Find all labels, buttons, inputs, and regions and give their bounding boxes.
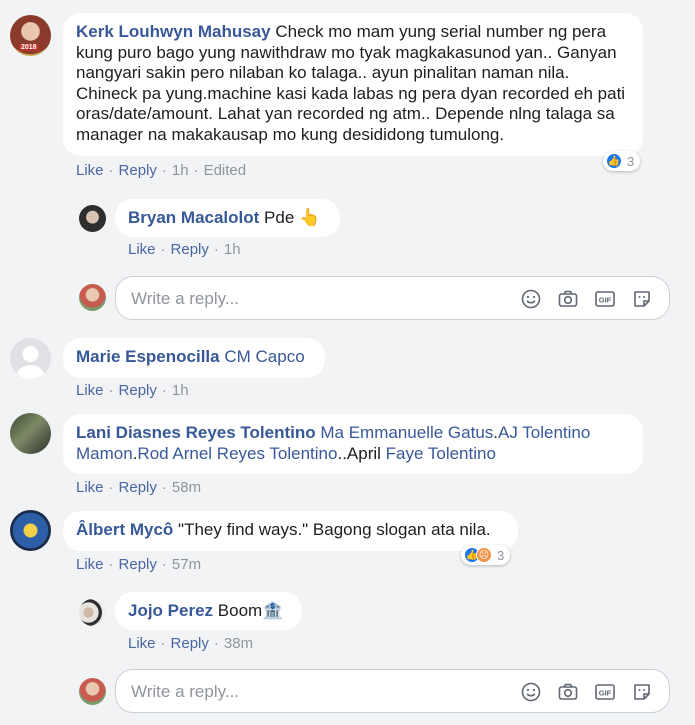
reply-actions: Like · Reply · 38m	[128, 635, 254, 652]
svg-text:GIF: GIF	[599, 689, 612, 698]
svg-text:GIF: GIF	[599, 296, 612, 305]
tagged-user[interactable]: Faye Tolentino	[386, 444, 496, 463]
comment-bubble: Âlbert Mycô "They find ways." Bagong slo…	[63, 511, 518, 551]
tagged-user[interactable]: Ma Emmanuelle Gatus	[320, 423, 493, 442]
default-avatar-icon	[16, 346, 45, 379]
comment-author[interactable]: Kerk Louhwyn Mahusay	[76, 22, 271, 41]
comment-actions: Like · Reply · 58m	[76, 479, 202, 496]
edited-label[interactable]: Edited	[204, 162, 247, 179]
timestamp[interactable]: 58m	[172, 479, 201, 496]
reply-input[interactable]: Write a reply... GIF	[115, 276, 670, 320]
avatar[interactable]	[10, 338, 51, 379]
angry-reaction-icon: ☹	[476, 547, 492, 563]
comment-bubble: Marie Espenocilla CM Capco	[63, 338, 325, 378]
comment-author[interactable]: Âlbert Mycô	[76, 520, 173, 539]
timestamp[interactable]: 1h	[172, 162, 189, 179]
reply-link[interactable]: Reply	[119, 556, 157, 573]
reply-link[interactable]: Reply	[119, 479, 157, 496]
tag-separator: ..April	[337, 443, 386, 463]
timestamp[interactable]: 1h	[224, 241, 241, 258]
reply-placeholder: Write a reply...	[131, 289, 240, 308]
comment-author[interactable]: Marie Espenocilla	[76, 347, 220, 366]
timestamp[interactable]: 1h	[172, 382, 189, 399]
like-link[interactable]: Like	[76, 479, 104, 496]
reply-actions: Like · Reply · 1h	[128, 241, 241, 258]
gif-icon[interactable]: GIF	[594, 288, 616, 310]
reply-link[interactable]: Reply	[171, 241, 209, 258]
emoji-icon[interactable]	[520, 681, 542, 703]
emoji-icon[interactable]	[520, 288, 542, 310]
reply-author[interactable]: Bryan Macalolot	[128, 208, 259, 227]
reply-input[interactable]: Write a reply... GIF	[115, 669, 670, 713]
comment-actions: Like · Reply · 1h	[76, 382, 189, 399]
reply-link[interactable]: Reply	[119, 162, 157, 179]
tagged-user[interactable]: Rod Arnel Reyes Tolentino	[137, 444, 337, 463]
camera-icon[interactable]	[557, 288, 579, 310]
reply-text: Pde	[264, 208, 295, 227]
sticker-icon[interactable]	[631, 288, 653, 310]
reply-bubble: Jojo Perez Boom🏦	[115, 592, 302, 630]
timestamp[interactable]: 38m	[224, 635, 253, 652]
reply-link[interactable]: Reply	[119, 382, 157, 399]
comment-bubble: Lani Diasnes Reyes Tolentino Ma Emmanuel…	[63, 414, 643, 474]
reply-text: Boom	[217, 601, 263, 620]
comment-text: "They find ways." Bagong slogan ata nila…	[178, 520, 491, 539]
reply-link[interactable]: Reply	[171, 635, 209, 652]
camera-icon[interactable]	[557, 681, 579, 703]
comment-actions: Like · Reply · 57m	[76, 556, 202, 573]
avatar[interactable]	[10, 510, 51, 551]
current-user-avatar	[79, 284, 106, 311]
reaction-summary[interactable]: 👍 ☹ 3	[461, 545, 511, 565]
gif-icon[interactable]: GIF	[594, 681, 616, 703]
like-link[interactable]: Like	[76, 162, 104, 179]
avatar[interactable]	[79, 599, 106, 626]
timestamp[interactable]: 57m	[172, 556, 201, 573]
avatar[interactable]	[10, 413, 51, 454]
like-reaction-icon: 👍	[606, 153, 622, 169]
avatar[interactable]: 2018	[10, 15, 51, 56]
reaction-count: 3	[497, 547, 505, 563]
like-link[interactable]: Like	[128, 241, 156, 258]
pointing-up-emoji: 👆	[299, 208, 321, 227]
like-link[interactable]: Like	[76, 556, 104, 573]
tagged-user[interactable]: CM Capco	[224, 347, 304, 366]
reaction-summary[interactable]: 👍 3	[603, 151, 641, 171]
current-user-avatar	[79, 678, 106, 705]
avatar-badge: 2018	[19, 44, 39, 51]
like-link[interactable]: Like	[128, 635, 156, 652]
comment-actions: Like · Reply · 1h · Edited	[76, 162, 247, 179]
comment-author[interactable]: Lani Diasnes Reyes Tolentino	[76, 423, 316, 442]
reaction-count: 3	[627, 153, 635, 169]
reply-author[interactable]: Jojo Perez	[128, 601, 213, 620]
avatar[interactable]	[79, 205, 106, 232]
like-link[interactable]: Like	[76, 382, 104, 399]
sticker-icon[interactable]	[631, 681, 653, 703]
reply-placeholder: Write a reply...	[131, 682, 240, 701]
comment-bubble: Kerk Louhwyn Mahusay Check mo mam yung s…	[63, 13, 643, 156]
reply-bubble: Bryan Macalolot Pde 👆	[115, 199, 340, 237]
bank-emoji: 🏦	[262, 601, 284, 620]
